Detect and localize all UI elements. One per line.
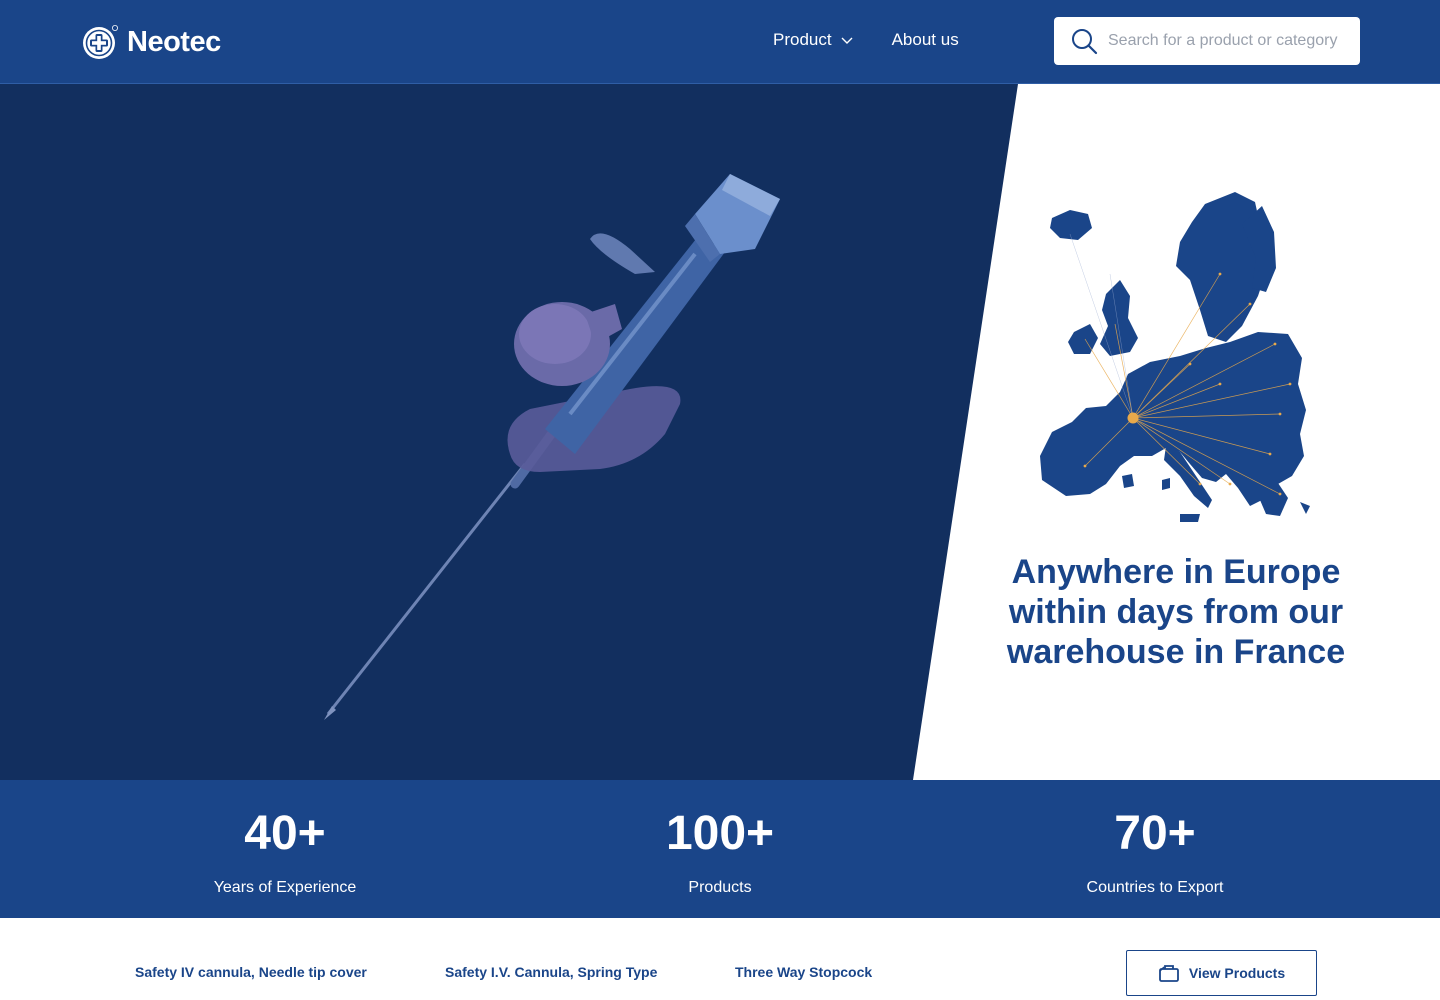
stat-label: Countries to Export [1086, 879, 1224, 896]
product-link[interactable]: Safety IV cannula, Needle tip cover [135, 964, 367, 980]
hero-section: Anywhere in Europe within days from our … [0, 84, 1440, 780]
site-header: Neotec Product About us [0, 0, 1440, 84]
search-icon[interactable] [1070, 27, 1098, 55]
view-products-button[interactable]: View Products [1126, 950, 1317, 996]
brand-logo[interactable]: Neotec [82, 22, 221, 62]
product-bar: Safety IV cannula, Needle tip cover Safe… [0, 918, 1440, 1000]
product-link[interactable]: Three Way Stopcock [735, 964, 872, 980]
stat-experience: 40+ Years of Experience [135, 808, 435, 897]
stat-value: 40+ [244, 807, 326, 860]
search-input[interactable] [1108, 32, 1348, 50]
stats-band: 40+ Years of Experience 100+ Products 70… [0, 780, 1440, 918]
view-products-label: View Products [1188, 965, 1286, 981]
main-nav: Product About us [773, 30, 959, 50]
brand-name: Neotec [127, 25, 221, 58]
briefcase-icon [1158, 965, 1179, 982]
stat-value: 70+ [1114, 807, 1196, 860]
chevron-down-icon [841, 37, 853, 44]
medical-cross-logo-icon [83, 25, 118, 59]
iv-cannula-image [324, 174, 780, 720]
nav-item-product[interactable]: Product [773, 30, 854, 50]
hero-title: Anywhere in Europe within days from our … [1006, 553, 1346, 671]
stat-value: 100+ [665, 807, 775, 860]
stat-products: 100+ Products [570, 808, 870, 897]
search-box [1054, 17, 1360, 65]
nav-item-about-us[interactable]: About us [892, 30, 959, 50]
europe-map [1040, 192, 1310, 522]
stat-label: Products [688, 879, 752, 896]
nav-item-product-label: Product [773, 30, 832, 49]
product-link[interactable]: Safety I.V. Cannula, Spring Type [445, 964, 657, 980]
nav-item-about-us-label: About us [891, 30, 959, 49]
stat-countries: 70+ Countries to Export [1005, 808, 1305, 897]
stat-label: Years of Experience [213, 879, 357, 896]
